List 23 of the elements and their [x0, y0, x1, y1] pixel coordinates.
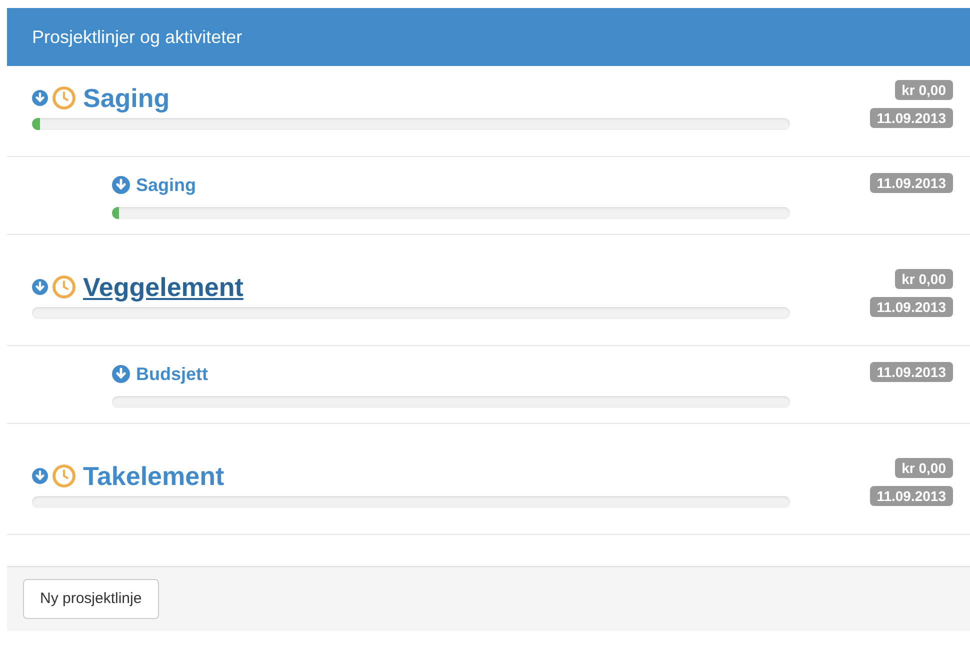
download-icon[interactable]: [32, 468, 48, 484]
activity-link[interactable]: Budsjett: [136, 360, 208, 388]
amount-label: kr 0,00: [894, 458, 953, 478]
download-icon[interactable]: [112, 176, 130, 194]
date-label: 11.09.2013: [870, 297, 953, 317]
clock-icon[interactable]: [52, 464, 76, 488]
project-link[interactable]: Saging: [83, 78, 170, 118]
new-line-button[interactable]: Ny prosjektlinje: [23, 579, 159, 619]
amount-label: kr 0,00: [894, 80, 953, 100]
project-link[interactable]: Veggelement: [83, 268, 244, 306]
panel-title: Prosjektlinjer og aktiviteter: [32, 26, 242, 49]
date-label: 11.09.2013: [870, 108, 953, 128]
date-label: 11.09.2013: [870, 362, 953, 382]
project-link[interactable]: Takelement: [83, 456, 224, 496]
download-icon[interactable]: [32, 90, 48, 106]
clock-icon[interactable]: [52, 86, 76, 110]
activity-link[interactable]: Saging: [136, 172, 196, 198]
download-icon[interactable]: [32, 279, 48, 295]
download-icon[interactable]: [112, 365, 130, 383]
date-label: 11.09.2013: [870, 486, 953, 506]
amount-label: kr 0,00: [894, 269, 953, 289]
date-label: 11.09.2013: [870, 173, 953, 193]
clock-icon[interactable]: [52, 275, 76, 299]
